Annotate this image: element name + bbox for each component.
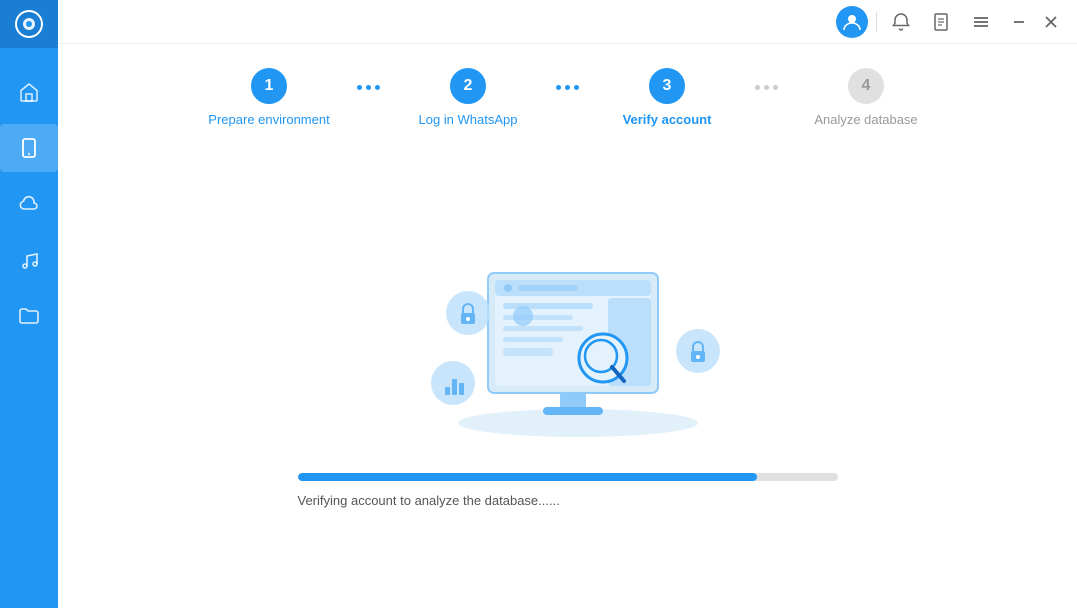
sidebar <box>0 0 58 608</box>
step-4-label: Analyze database <box>814 112 917 127</box>
step-3-circle: 3 <box>649 68 685 104</box>
main-content: 1 Prepare environment 2 Log in WhatsApp <box>58 0 1077 608</box>
dot <box>565 85 570 90</box>
dot <box>773 85 778 90</box>
sidebar-item-home[interactable] <box>0 68 58 116</box>
app-logo[interactable] <box>0 0 58 48</box>
progress-bar-background <box>298 473 838 481</box>
menu-icon[interactable] <box>965 6 997 38</box>
notification-icon[interactable] <box>885 6 917 38</box>
step-dots-2 <box>548 85 587 90</box>
sidebar-item-music[interactable] <box>0 236 58 284</box>
dot <box>357 85 362 90</box>
step-3-label: Verify account <box>623 112 712 127</box>
step-4-circle: 4 <box>848 68 884 104</box>
step-2-circle: 2 <box>450 68 486 104</box>
user-avatar[interactable] <box>836 6 868 38</box>
main-area: Verifying account to analyze the databas… <box>58 143 1077 608</box>
close-button[interactable] <box>1037 8 1065 36</box>
sidebar-item-folder[interactable] <box>0 292 58 340</box>
window-controls <box>1005 8 1065 36</box>
progress-bar-fill <box>298 473 757 481</box>
step-2-label: Log in WhatsApp <box>418 112 517 127</box>
sidebar-item-device[interactable] <box>0 124 58 172</box>
titlebar <box>58 0 1077 44</box>
dot <box>574 85 579 90</box>
sidebar-item-cloud[interactable] <box>0 180 58 228</box>
minimize-button[interactable] <box>1005 8 1033 36</box>
progress-status-text: Verifying account to analyze the databas… <box>298 493 838 508</box>
dot <box>366 85 371 90</box>
dot <box>764 85 769 90</box>
sidebar-nav <box>0 68 58 340</box>
step-verify: 3 Verify account <box>587 68 747 127</box>
titlebar-divider <box>876 12 877 32</box>
document-icon[interactable] <box>925 6 957 38</box>
step-prepare: 1 Prepare environment <box>189 68 349 127</box>
step-dots-3 <box>747 85 786 90</box>
illustration <box>408 223 728 443</box>
dot <box>755 85 760 90</box>
step-dots-1 <box>349 85 388 90</box>
dot <box>556 85 561 90</box>
progress-area: Verifying account to analyze the databas… <box>258 473 878 508</box>
dot <box>375 85 380 90</box>
step-login: 2 Log in WhatsApp <box>388 68 548 127</box>
step-1-circle: 1 <box>251 68 287 104</box>
step-analyze: 4 Analyze database <box>786 68 946 127</box>
steps-bar: 1 Prepare environment 2 Log in WhatsApp <box>58 44 1077 143</box>
step-1-label: Prepare environment <box>208 112 329 127</box>
